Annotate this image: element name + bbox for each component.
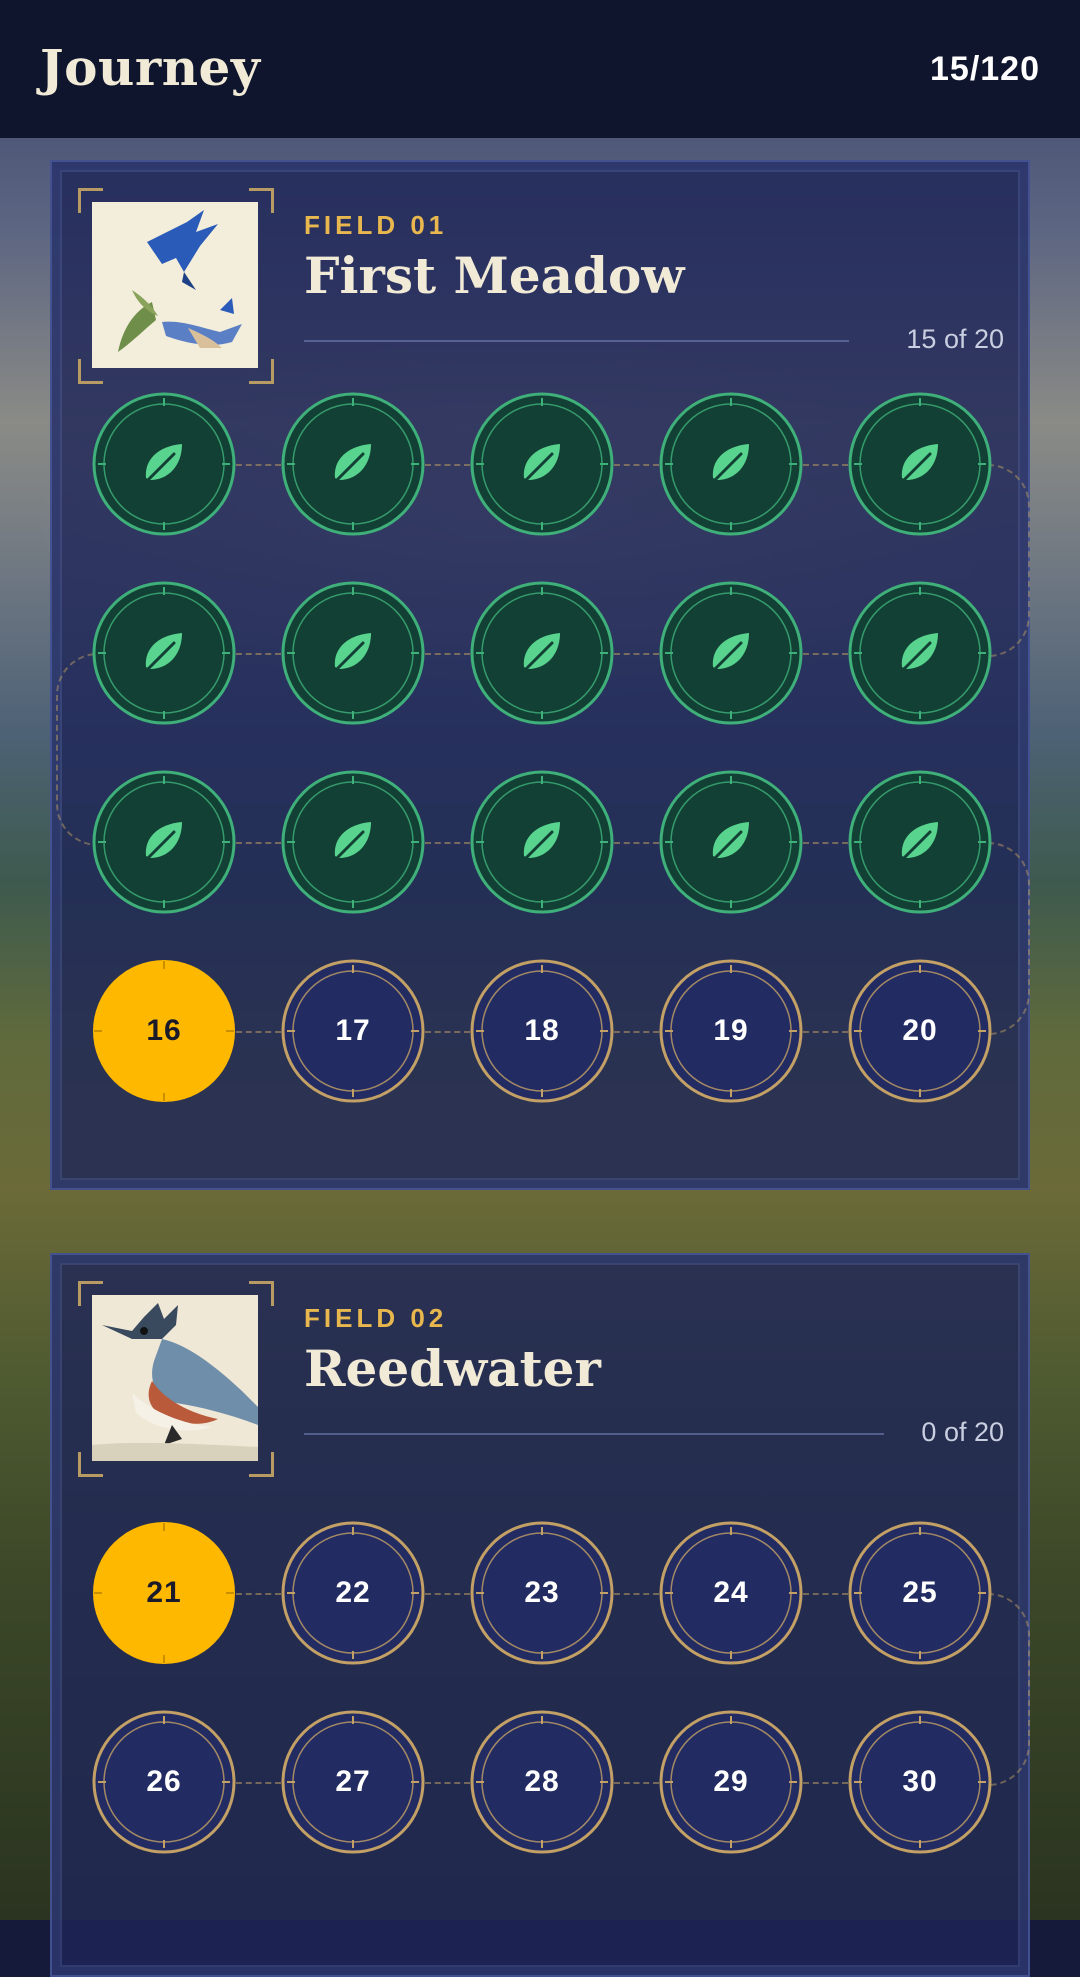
field-name: First Meadow: [304, 246, 685, 305]
level-node-24[interactable]: 24: [659, 1521, 803, 1665]
level-number: 16: [146, 1014, 182, 1047]
field-thumbnail-frame: [78, 1281, 274, 1477]
level-number: 22: [335, 1576, 371, 1609]
path-connector: [614, 1593, 659, 1595]
field-card-reedwater: FIELD 02 Reedwater 0 of 20 21 22 23 24 2…: [50, 1253, 1030, 1977]
path-turn-connector: [988, 842, 1030, 1035]
level-node-5[interactable]: [848, 392, 992, 536]
field-progress-line: [304, 1433, 884, 1435]
level-node-22[interactable]: 22: [281, 1521, 425, 1665]
overall-progress-counter: 15/120: [930, 50, 1040, 88]
path-connector: [803, 464, 848, 466]
level-number: 28: [524, 1765, 560, 1798]
path-connector: [803, 1593, 848, 1595]
level-node-23[interactable]: 23: [470, 1521, 614, 1665]
level-node-2[interactable]: [281, 392, 425, 536]
path-connector: [236, 1593, 281, 1595]
path-connector: [803, 653, 848, 655]
field-card-first-meadow: FIELD 01 First Meadow 15 of 20 16 17 18 …: [50, 160, 1030, 1190]
path-connector: [236, 653, 281, 655]
page-title: Journey: [40, 38, 261, 97]
level-node-30[interactable]: 30: [848, 1710, 992, 1854]
field-progress-line: [304, 340, 849, 342]
path-connector: [236, 1031, 281, 1033]
field-name: Reedwater: [304, 1339, 601, 1398]
level-node-10[interactable]: [848, 581, 992, 725]
field-number-label: FIELD 02: [304, 1303, 448, 1333]
level-number: 19: [713, 1014, 749, 1047]
level-node-13[interactable]: [470, 770, 614, 914]
field-number-label: FIELD 01: [304, 210, 448, 240]
level-node-17[interactable]: 17: [281, 959, 425, 1103]
level-node-3[interactable]: [470, 392, 614, 536]
level-node-16[interactable]: 16: [92, 959, 236, 1103]
path-turn-connector: [988, 464, 1030, 657]
level-node-4[interactable]: [659, 392, 803, 536]
level-node-19[interactable]: 19: [659, 959, 803, 1103]
path-connector: [236, 464, 281, 466]
level-node-18[interactable]: 18: [470, 959, 614, 1103]
level-number: 20: [902, 1014, 938, 1047]
path-connector: [425, 1031, 470, 1033]
field-progress-text: 15 of 20: [906, 324, 1004, 354]
path-connector: [614, 653, 659, 655]
level-node-28[interactable]: 28: [470, 1710, 614, 1854]
level-node-15[interactable]: [848, 770, 992, 914]
level-number: 29: [713, 1765, 749, 1798]
level-node-27[interactable]: 27: [281, 1710, 425, 1854]
level-number: 23: [524, 1576, 560, 1609]
path-connector: [425, 653, 470, 655]
path-connector: [614, 1782, 659, 1784]
level-node-21[interactable]: 21: [92, 1521, 236, 1665]
kingfisher-illustration: [92, 1295, 258, 1461]
level-node-9[interactable]: [659, 581, 803, 725]
path-connector: [425, 1782, 470, 1784]
level-number: 30: [902, 1765, 938, 1798]
level-number: 17: [335, 1014, 371, 1047]
blue-birds-illustration: [92, 202, 258, 368]
path-connector: [614, 842, 659, 844]
level-number: 27: [335, 1765, 371, 1798]
level-number: 24: [713, 1576, 749, 1609]
path-connector: [803, 842, 848, 844]
path-connector: [614, 464, 659, 466]
path-connector: [803, 1782, 848, 1784]
level-node-25[interactable]: 25: [848, 1521, 992, 1665]
path-connector: [614, 1031, 659, 1033]
field-progress-text: 0 of 20: [921, 1417, 1004, 1447]
path-connector: [425, 464, 470, 466]
path-connector: [425, 1593, 470, 1595]
path-connector: [425, 842, 470, 844]
level-node-29[interactable]: 29: [659, 1710, 803, 1854]
level-number: 21: [146, 1576, 182, 1609]
level-number: 26: [146, 1765, 182, 1798]
level-node-1[interactable]: [92, 392, 236, 536]
level-node-14[interactable]: [659, 770, 803, 914]
level-node-26[interactable]: 26: [92, 1710, 236, 1854]
path-connector: [803, 1031, 848, 1033]
level-number: 18: [524, 1014, 560, 1047]
field-thumbnail-frame: [78, 188, 274, 384]
level-node-7[interactable]: [281, 581, 425, 725]
top-bar: Journey 15/120: [0, 0, 1080, 138]
path-turn-connector: [988, 1593, 1030, 1786]
path-connector: [236, 842, 281, 844]
level-node-20[interactable]: 20: [848, 959, 992, 1103]
level-number: 25: [902, 1576, 938, 1609]
level-node-6[interactable]: [92, 581, 236, 725]
level-node-11[interactable]: [92, 770, 236, 914]
path-connector: [236, 1782, 281, 1784]
level-node-8[interactable]: [470, 581, 614, 725]
level-node-12[interactable]: [281, 770, 425, 914]
